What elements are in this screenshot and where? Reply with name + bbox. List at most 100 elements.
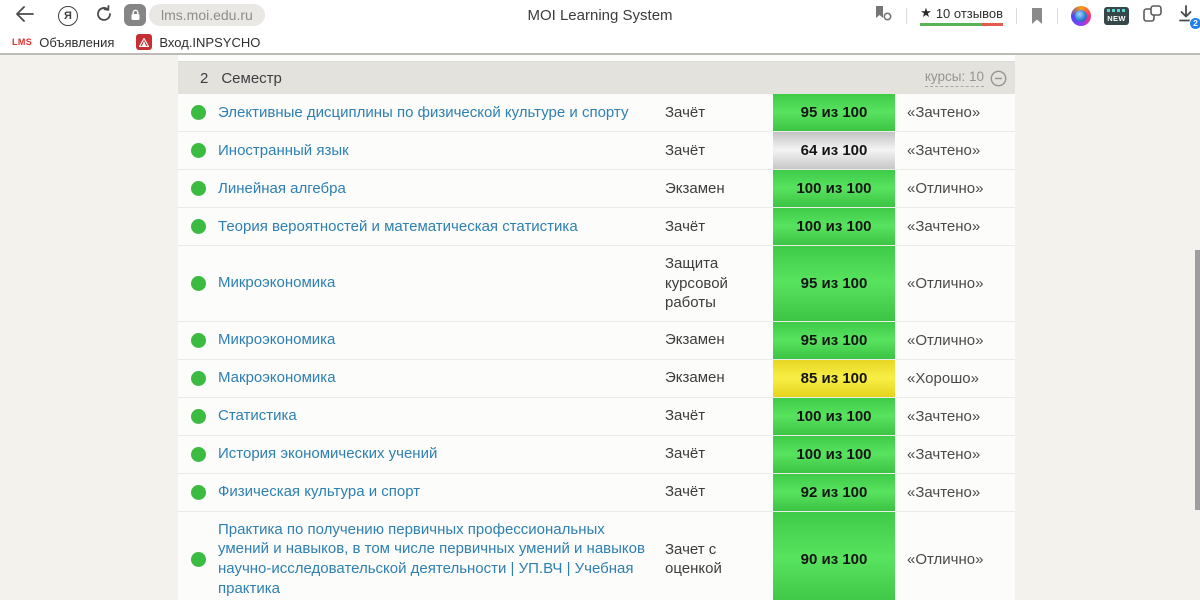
course-row: Статистика Зачёт 100 из 100 «Зачтено» xyxy=(178,397,1015,436)
status-cell xyxy=(178,322,218,359)
course-link[interactable]: Микроэкономика xyxy=(218,330,335,350)
rating-bar xyxy=(920,23,1003,26)
course-link[interactable]: Практика по получению первичных професси… xyxy=(218,520,647,599)
course-name-cell: Линейная алгебра xyxy=(218,170,665,207)
semester-number: 2 xyxy=(200,69,209,87)
bookmark-label: Объявления xyxy=(39,34,115,50)
status-dot-icon xyxy=(190,275,206,291)
bookmark-label: Вход.INPSYCHO xyxy=(159,34,261,50)
assessment-type-cell: Зачёт xyxy=(665,141,706,159)
score-cell: 95 из 100 xyxy=(773,321,895,359)
course-table-body: Элективные дисциплины по физической куль… xyxy=(178,94,1015,600)
status-cell xyxy=(178,474,218,511)
semester-2-header: 2 Семестр курсы: 10 xyxy=(178,62,1015,94)
status-cell xyxy=(178,170,218,207)
assessment-type-cell: Зачёт xyxy=(665,407,706,425)
collections-icon[interactable] xyxy=(873,4,893,27)
chrome-divider xyxy=(0,53,1200,55)
address-bar[interactable]: lms.moi.edu.ru xyxy=(124,4,265,26)
course-link[interactable]: Микроэкономика xyxy=(218,273,335,293)
course-row: Теория вероятностей и математическая ста… xyxy=(178,208,1015,246)
status-cell xyxy=(178,436,218,473)
score-cell: 100 из 100 xyxy=(773,435,895,473)
course-link[interactable]: Иностранный язык xyxy=(218,141,349,161)
assessment-type-cell: Зачет с оценкой xyxy=(665,540,722,578)
status-cell xyxy=(178,360,218,397)
course-row: История экономических учений Зачёт 100 и… xyxy=(178,435,1015,474)
courses-count-link[interactable]: курсы: 10 xyxy=(924,69,984,87)
bookmark-item-inpsycho[interactable]: Вход.INPSYCHO xyxy=(136,34,260,50)
grade-cell: «Зачтено» xyxy=(907,104,981,121)
score-cell: 92 из 100 xyxy=(773,473,895,511)
course-row: Микроэкономика Экзамен 95 из 100 «Отличн… xyxy=(178,321,1015,360)
inpsycho-favicon xyxy=(136,34,153,50)
course-row: Иностранный язык Зачёт 64 из 100 «Зачтен… xyxy=(178,132,1015,170)
course-name-cell: Практика по получению первичных професси… xyxy=(218,512,665,600)
course-name-cell: Статистика xyxy=(218,398,665,435)
course-row: Микроэкономика Защита курсовой работы 95… xyxy=(178,246,1015,322)
course-row: Макроэкономика Экзамен 85 из 100 «Хорошо… xyxy=(178,359,1015,398)
course-name-cell: Микроэкономика xyxy=(218,246,665,321)
status-dot-icon xyxy=(190,143,206,158)
status-cell xyxy=(178,246,218,321)
score-cell: 90 из 100 xyxy=(773,511,895,600)
status-cell xyxy=(178,398,218,435)
assessment-type-cell: Зачёт xyxy=(665,445,706,463)
grade-cell: «Зачтено» xyxy=(907,407,981,425)
course-link[interactable]: Линейная алгебра xyxy=(218,179,346,199)
status-dot-icon xyxy=(190,105,206,120)
toolbar-right-icons: ★ 10 отзывов NEW 2 xyxy=(873,0,1200,31)
course-link[interactable]: Элективные дисциплины по физической куль… xyxy=(218,103,628,123)
ssl-lock-icon[interactable] xyxy=(124,4,146,26)
assessment-type-cell: Экзамен xyxy=(665,331,725,349)
downloads-button[interactable]: 2 xyxy=(1176,4,1200,30)
course-link[interactable]: Физическая культура и спорт xyxy=(218,482,420,502)
course-row: Физическая культура и спорт Зачёт 92 из … xyxy=(178,473,1015,512)
assessment-type-cell: Зачёт xyxy=(665,103,706,121)
back-arrow-icon xyxy=(15,5,34,27)
grade-cell: «Отлично» xyxy=(907,274,984,292)
status-dot-icon xyxy=(190,551,206,567)
refresh-button[interactable] xyxy=(92,4,116,28)
status-dot-icon xyxy=(190,181,206,196)
assessment-type-cell: Зачёт xyxy=(665,483,706,501)
status-dot-icon xyxy=(190,484,206,500)
site-reviews-button[interactable]: ★ 10 отзывов xyxy=(920,5,1003,26)
course-link[interactable]: Теория вероятностей и математическая ста… xyxy=(218,217,578,237)
scrollbar-thumb[interactable] xyxy=(1195,250,1200,510)
assessment-type-cell: Зачёт xyxy=(665,217,706,235)
tab-groups-icon[interactable] xyxy=(1142,4,1163,28)
course-link[interactable]: Статистика xyxy=(218,406,297,426)
lms-page: 2 Семестр курсы: 10 Элективные дисциплин… xyxy=(0,55,1200,600)
course-row: Линейная алгебра Экзамен 100 из 100 «Отл… xyxy=(178,170,1015,208)
course-row: Практика по получению первичных професси… xyxy=(178,511,1015,600)
star-icon: ★ xyxy=(920,5,932,20)
status-dot-icon xyxy=(190,332,206,348)
course-link[interactable]: История экономических учений xyxy=(218,444,437,464)
url-text[interactable]: lms.moi.edu.ru xyxy=(149,4,265,26)
bookmark-item-announcements[interactable]: LMS Объявления xyxy=(12,35,114,50)
separator xyxy=(1057,7,1058,24)
score-cell: 64 из 100 xyxy=(773,132,895,169)
status-cell xyxy=(178,512,218,600)
bookmark-icon[interactable] xyxy=(1030,7,1044,25)
score-cell: 100 из 100 xyxy=(773,208,895,245)
score-cell: 100 из 100 xyxy=(773,170,895,207)
grade-cell: «Отлично» xyxy=(907,331,984,349)
page-title: MOI Learning System xyxy=(527,7,673,24)
course-name-cell: История экономических учений xyxy=(218,436,665,473)
grade-cell: «Зачтено» xyxy=(907,142,981,159)
new-extension-icon[interactable]: NEW xyxy=(1104,6,1129,25)
status-dot-icon xyxy=(190,408,206,424)
semester-title: Семестр xyxy=(221,69,282,87)
browser-toolbar: Я lms.moi.edu.ru MOI Learning System ★ 1… xyxy=(0,0,1200,31)
grade-cell: «Хорошо» xyxy=(907,369,979,387)
grade-cell: «Отлично» xyxy=(907,550,984,568)
collapse-section-icon[interactable] xyxy=(990,70,1007,87)
status-cell xyxy=(178,132,218,169)
back-button[interactable] xyxy=(12,4,36,28)
course-link[interactable]: Макроэкономика xyxy=(218,368,336,388)
extension-color-icon[interactable] xyxy=(1071,5,1091,26)
course-name-cell: Физическая культура и спорт xyxy=(218,474,665,511)
yandex-browser-button[interactable]: Я xyxy=(56,4,80,28)
